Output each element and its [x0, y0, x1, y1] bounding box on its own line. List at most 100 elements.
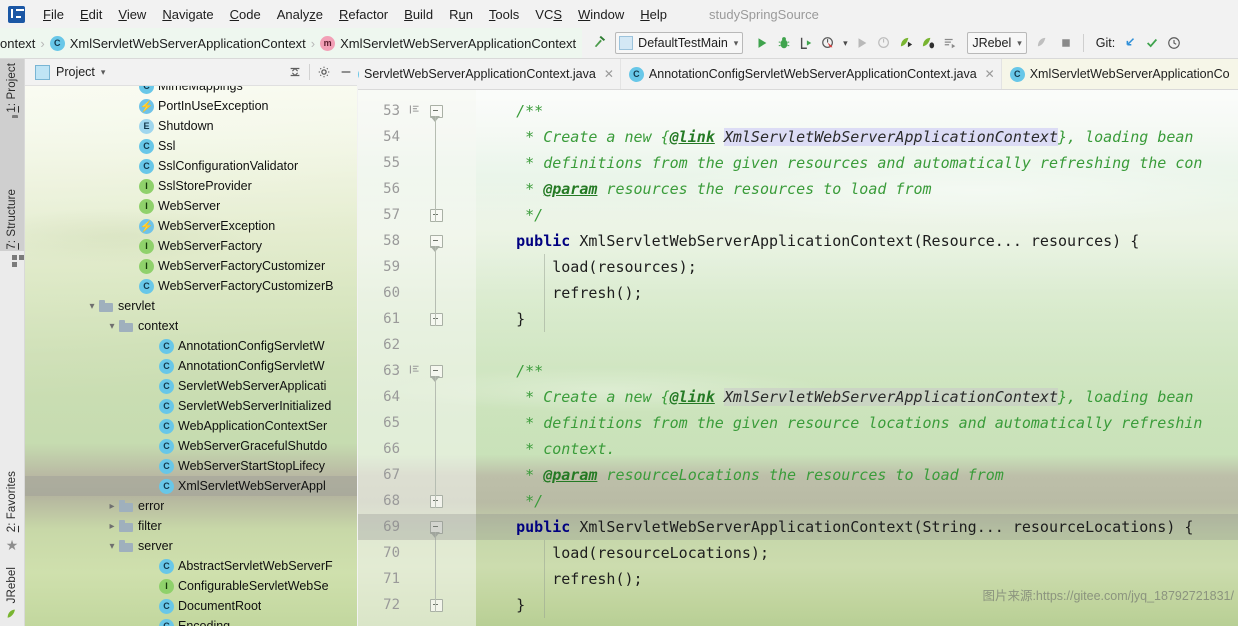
menu-item-window[interactable]: Window [570, 4, 632, 25]
chevron-down-icon[interactable]: ▾ [1017, 38, 1022, 49]
tree-item[interactable]: C AnnotationConfigServletW [25, 336, 357, 356]
tree-item[interactable]: C AnnotationConfigServletW [25, 356, 357, 376]
chevron-down-icon[interactable]: ▾ [105, 319, 119, 333]
tree-item[interactable]: I ConfigurableServletWebSe [25, 576, 357, 596]
sidebar-item-structure[interactable]: 7: Structure [0, 189, 24, 267]
tree-item[interactable]: E Shutdown [25, 116, 357, 136]
tree-item[interactable]: C AbstractServletWebServerF [25, 556, 357, 576]
code-line[interactable]: public XmlServletWebServerApplicationCon… [358, 228, 1238, 254]
run-button[interactable] [751, 32, 773, 54]
rerun-button[interactable] [851, 32, 873, 54]
menu-item-view[interactable]: View [110, 4, 154, 25]
tree-item[interactable]: ▸ error [25, 496, 357, 516]
tree-item[interactable]: ▸ filter [25, 516, 357, 536]
code-line[interactable]: * context. [358, 436, 1238, 462]
profile-dropdown-chevron-down-icon[interactable]: ▾ [839, 32, 851, 54]
code-line[interactable]: load(resourceLocations); [358, 540, 1238, 566]
menu-item-file[interactable]: File [35, 4, 72, 25]
menu-item-analyze[interactable]: Analyze [269, 4, 331, 25]
chevron-down-icon[interactable]: ▾ [105, 539, 119, 553]
code-line[interactable] [358, 332, 1238, 358]
code-line[interactable]: /** [358, 98, 1238, 124]
tree-item[interactable]: ▾ servlet [25, 296, 357, 316]
chevron-down-icon[interactable]: ▾ [734, 38, 739, 49]
tree-item[interactable]: ⚡ PortInUseException [25, 96, 357, 116]
project-view-chevron-down-icon[interactable]: ▾ [101, 67, 106, 78]
code-line[interactable]: * @param resources the resources to load… [358, 176, 1238, 202]
build-project-icon[interactable] [592, 34, 607, 53]
profile-button[interactable] [817, 32, 839, 54]
code-line[interactable] [358, 90, 1238, 98]
menu-item-help[interactable]: Help [632, 4, 675, 25]
stop-button[interactable] [1055, 32, 1077, 54]
code-editor[interactable]: 5253545556575859606162636465666768697071… [358, 90, 1238, 626]
git-update-button[interactable] [1119, 32, 1141, 54]
tree-item[interactable]: C ServletWebServerApplicati [25, 376, 357, 396]
tree-item[interactable]: C XmlServletWebServerAppl [25, 476, 357, 496]
run-dashboard-button[interactable] [939, 32, 961, 54]
editor-tab[interactable]: C AnnotationConfigServletWebServerApplica… [621, 59, 1002, 89]
code-line[interactable]: /** [358, 358, 1238, 384]
tree-item[interactable]: C ServletWebServerInitialized [25, 396, 357, 416]
tree-item[interactable]: ▾ context [25, 316, 357, 336]
menu-item-vcs[interactable]: VCS [527, 4, 570, 25]
tree-item[interactable]: I SslStoreProvider [25, 176, 357, 196]
menu-item-tools[interactable]: Tools [481, 4, 527, 25]
tree-item[interactable]: C WebServerGracefulShutdo [25, 436, 357, 456]
tree-item[interactable]: C Ssl [25, 136, 357, 156]
git-history-button[interactable] [1163, 32, 1185, 54]
breadcrumb-item[interactable]: ontext [0, 36, 35, 51]
tree-item[interactable]: I WebServerFactoryCustomizer [25, 256, 357, 276]
code-line[interactable]: */ [358, 488, 1238, 514]
code-line[interactable]: * Create a new {@link XmlServletWebServe… [358, 384, 1238, 410]
run-with-coverage-button[interactable] [795, 32, 817, 54]
code-line[interactable]: * Create a new {@link XmlServletWebServe… [358, 124, 1238, 150]
code-line[interactable]: */ [358, 202, 1238, 228]
code-line[interactable]: * @param resourceLocations the resources… [358, 462, 1238, 488]
code-line[interactable]: load(resources); [358, 254, 1238, 280]
code-line[interactable]: refresh(); [358, 566, 1238, 592]
menu-item-edit[interactable]: Edit [72, 4, 110, 25]
sidebar-item-project[interactable]: 1: Project [0, 63, 24, 118]
project-tree[interactable]: C MimeMappings ⚡ PortInUseException E Shutdow… [25, 86, 357, 626]
code-line[interactable]: public XmlServletWebServerApplicationCon… [358, 514, 1238, 540]
jrebel-run-button[interactable] [895, 32, 917, 54]
code-line[interactable]: * definitions from the given resources a… [358, 150, 1238, 176]
tree-item[interactable]: C Encoding [25, 616, 357, 626]
tree-item[interactable]: C MimeMappings [25, 86, 357, 96]
attach-debugger-button[interactable] [873, 32, 895, 54]
chevron-down-icon[interactable]: ▾ [85, 299, 99, 313]
tree-item[interactable]: I WebServerFactory [25, 236, 357, 256]
git-commit-button[interactable] [1141, 32, 1163, 54]
jrebel-debug-button[interactable] [917, 32, 939, 54]
tree-item[interactable]: C SslConfigurationValidator [25, 156, 357, 176]
sidebar-item-favorites[interactable]: ★ 2: Favorites [0, 471, 24, 554]
tree-item[interactable]: C WebServerFactoryCustomizerB [25, 276, 357, 296]
run-configuration-selector[interactable]: DefaultTestMain ▾ [615, 32, 744, 54]
editor-tab[interactable]: C ServletWebServerApplicationContext.java… [358, 59, 621, 89]
code-line[interactable]: } [358, 306, 1238, 332]
chevron-right-icon[interactable]: ▸ [105, 499, 119, 513]
breadcrumb-item[interactable]: C XmlServletWebServerApplicationContext [49, 35, 306, 51]
debug-button[interactable] [773, 32, 795, 54]
collapse-all-icon[interactable] [284, 61, 306, 83]
code-line[interactable]: refresh(); [358, 280, 1238, 306]
code-lines[interactable]: /** * Create a new {@link XmlServletWebS… [358, 90, 1238, 626]
close-icon[interactable]: ✕ [604, 67, 614, 81]
menu-item-build[interactable]: Build [396, 4, 441, 25]
sidebar-item-jrebel[interactable]: JRebel [0, 567, 24, 624]
menu-item-navigate[interactable]: Navigate [154, 4, 221, 25]
code-line[interactable]: } [358, 592, 1238, 618]
close-icon[interactable]: ✕ [985, 67, 995, 81]
menu-item-code[interactable]: Code [222, 4, 269, 25]
tree-item[interactable]: C WebApplicationContextSer [25, 416, 357, 436]
tree-item[interactable]: ⚡ WebServerException [25, 216, 357, 236]
minimize-icon[interactable] [335, 61, 357, 83]
breadcrumb-item[interactable]: m XmlServletWebServerApplicationContext [320, 35, 576, 51]
tree-item[interactable]: C WebServerStartStopLifecy [25, 456, 357, 476]
gear-icon[interactable] [313, 61, 335, 83]
tree-item[interactable]: C DocumentRoot [25, 596, 357, 616]
menu-item-run[interactable]: Run [441, 4, 481, 25]
jrebel-selector[interactable]: JRebel ▾ [967, 32, 1027, 54]
tree-item[interactable]: I WebServer [25, 196, 357, 216]
